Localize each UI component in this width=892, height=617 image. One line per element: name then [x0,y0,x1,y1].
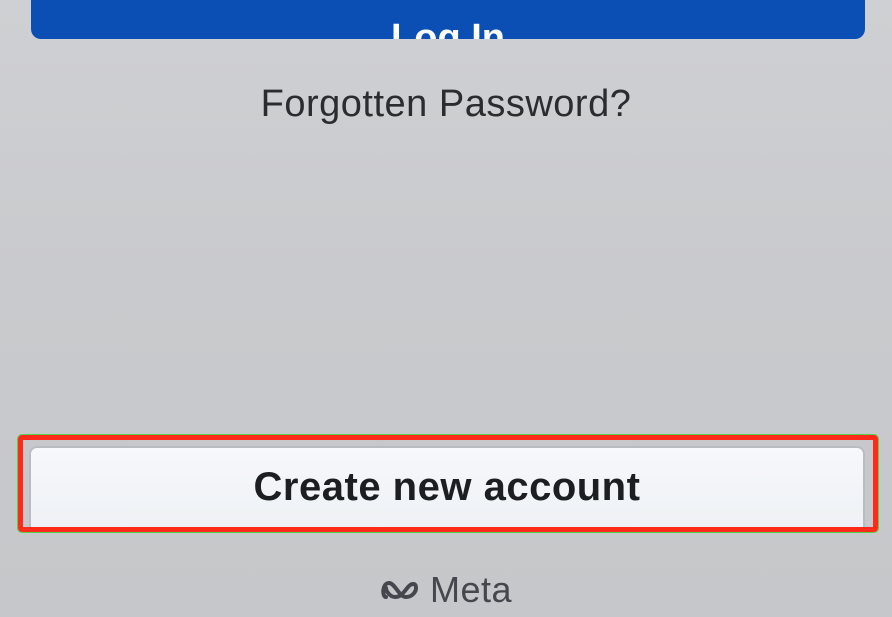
login-button-label: Log In [391,17,505,39]
meta-brand-label: Meta [429,569,513,610]
highlight-annotation-box [18,435,878,532]
forgot-password-link[interactable]: Forgotten Password? [0,82,892,126]
login-screen: Log In Forgotten Password? Create new ac… [0,0,892,617]
meta-infinity-icon [380,577,424,603]
meta-brand: Meta [0,570,892,610]
login-button[interactable]: Log In [31,0,865,39]
